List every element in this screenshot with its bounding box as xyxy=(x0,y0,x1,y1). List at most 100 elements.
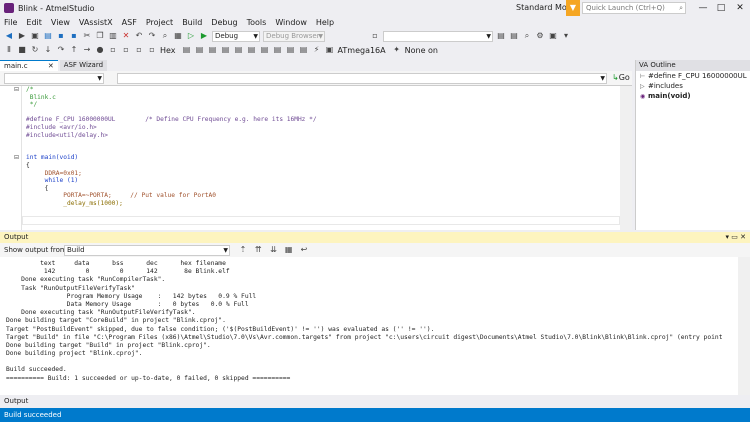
maximize-button[interactable]: □ xyxy=(712,0,730,16)
find-icon[interactable]: ⌕ xyxy=(160,31,170,41)
processor-icon[interactable]: ▤ xyxy=(195,45,205,55)
panel-controls-icon[interactable]: ▾ ▭ ✕ xyxy=(726,232,746,243)
save-all-icon[interactable]: ▪ xyxy=(69,31,79,41)
menu-file[interactable]: File xyxy=(4,18,17,27)
fold-toggle-icon[interactable]: ⊟ xyxy=(14,86,19,93)
code-line: int main(void) xyxy=(26,154,79,162)
title-bar: Blink - AtmelStudio Standard Mode ▼ Quic… xyxy=(0,0,750,16)
va-outline-header: VA Outline xyxy=(636,60,750,71)
restart-icon[interactable]: ↻ xyxy=(30,45,40,55)
menu-vassistx[interactable]: VAssistX xyxy=(79,18,113,27)
menu-project[interactable]: Project xyxy=(146,18,173,27)
save-icon[interactable]: ▪ xyxy=(56,31,66,41)
menu-debug[interactable]: Debug xyxy=(211,18,237,27)
outline-icon[interactable]: ▤ xyxy=(496,31,506,41)
filter-icon[interactable]: ▼ xyxy=(566,0,580,16)
output-window-icon[interactable]: ▤ xyxy=(299,45,309,55)
autos-icon[interactable]: ▤ xyxy=(221,45,231,55)
trace-icon[interactable]: ▤ xyxy=(286,45,296,55)
code-editor[interactable]: ⊟ ⊟ /* Blink.c */ #define F_CPU 16000000… xyxy=(0,86,632,230)
build-icon[interactable]: ▦ xyxy=(173,31,183,41)
memory-icon[interactable]: ▫ xyxy=(121,45,131,55)
toolbox-icon[interactable]: ▣ xyxy=(548,31,558,41)
menu-build[interactable]: Build xyxy=(182,18,202,27)
stop-icon[interactable]: ■ xyxy=(17,45,27,55)
next-message-icon[interactable]: ⇊ xyxy=(268,245,278,255)
locals-icon[interactable]: ▤ xyxy=(208,45,218,55)
toolbar-select[interactable]: ▼ xyxy=(383,30,493,42)
toolbar-icon[interactable]: ▫ xyxy=(370,31,380,41)
prev-message-icon[interactable]: ⇈ xyxy=(253,245,263,255)
tool-icon[interactable]: ✦ xyxy=(392,45,402,55)
code-line: while (1) xyxy=(26,177,79,185)
redo-icon[interactable]: ↷ xyxy=(147,31,157,41)
step-into-icon[interactable]: ↓ xyxy=(43,45,53,55)
start-without-debugging-icon[interactable]: ▷ xyxy=(186,31,196,41)
code-line: Blink.c xyxy=(26,93,56,101)
go-button[interactable]: ↳Go xyxy=(612,73,630,82)
debug-browser-select[interactable]: Debug Browser ▼ xyxy=(263,30,325,42)
device-selection-button[interactable]: ATmega16A xyxy=(338,46,386,55)
bookmark-icon[interactable]: ▤ xyxy=(509,31,519,41)
watch-icon[interactable]: ▫ xyxy=(108,45,118,55)
quick-launch-input[interactable]: Quick Launch (Ctrl+Q) ⌕ xyxy=(582,2,686,14)
menu-edit[interactable]: Edit xyxy=(26,18,42,27)
back-icon[interactable]: ◀ xyxy=(4,31,14,41)
member-select[interactable]: ▼ xyxy=(117,73,607,84)
device-programming-icon[interactable]: ⚡ xyxy=(312,45,322,55)
solution-configuration-select[interactable]: Debug ▼ xyxy=(212,30,260,42)
hex-toggle-button[interactable]: Hex xyxy=(160,46,176,55)
breakpoints-window-icon[interactable]: ▤ xyxy=(260,45,270,55)
tool-selection-button[interactable]: None on xyxy=(405,46,438,55)
tab-close-icon[interactable]: ✕ xyxy=(48,62,54,70)
close-button[interactable]: ✕ xyxy=(731,0,749,16)
threads-icon[interactable]: ▤ xyxy=(247,45,257,55)
expand-arrow-icon[interactable]: ▷ xyxy=(640,82,648,91)
tab-asf-wizard[interactable]: ASF Wizard xyxy=(59,60,108,71)
editor-vertical-scrollbar[interactable] xyxy=(620,86,632,230)
paste-icon[interactable]: ▥ xyxy=(108,31,118,41)
undo-icon[interactable]: ↶ xyxy=(134,31,144,41)
code-line: #include <avr/io.h> xyxy=(26,123,97,131)
open-file-icon[interactable]: ▤ xyxy=(43,31,53,41)
registers-icon[interactable]: ▫ xyxy=(134,45,144,55)
output-bottom-tab[interactable]: Output xyxy=(0,395,750,407)
start-debugging-icon[interactable]: ▶ xyxy=(199,31,209,41)
menu-tools[interactable]: Tools xyxy=(247,18,267,27)
cut-icon[interactable]: ✂ xyxy=(82,31,92,41)
menu-window[interactable]: Window xyxy=(275,18,307,27)
find-in-files-icon[interactable]: ⌕ xyxy=(522,31,532,41)
menu-help[interactable]: Help xyxy=(316,18,334,27)
copy-icon[interactable]: ❐ xyxy=(95,31,105,41)
chip-icon[interactable]: ▣ xyxy=(325,45,335,55)
forward-icon[interactable]: ▶ xyxy=(17,31,27,41)
tab-main-c[interactable]: main.c ✕ xyxy=(0,60,58,71)
disassembly-icon[interactable]: ▫ xyxy=(147,45,157,55)
minimize-button[interactable]: — xyxy=(694,0,712,16)
outline-item-includes[interactable]: ▷ #includes xyxy=(636,81,750,91)
menu-view[interactable]: View xyxy=(51,18,70,27)
fold-toggle-icon[interactable]: ⊟ xyxy=(14,154,19,161)
delete-icon[interactable]: ✕ xyxy=(121,31,131,41)
breakpoint-icon[interactable]: ● xyxy=(95,45,105,55)
call-stack-icon[interactable]: ▤ xyxy=(234,45,244,55)
immediate-icon[interactable]: ▤ xyxy=(273,45,283,55)
output-source-select[interactable]: Build ▼ xyxy=(64,245,230,256)
scope-select[interactable]: ▼ xyxy=(4,73,104,84)
settings-icon[interactable]: ⚙ xyxy=(535,31,545,41)
step-out-icon[interactable]: ↑ xyxy=(69,45,79,55)
output-vertical-scrollbar[interactable] xyxy=(738,257,750,395)
pause-icon[interactable]: Ⅱ xyxy=(4,45,14,55)
find-message-icon[interactable]: ⇡ xyxy=(238,245,248,255)
menu-asf[interactable]: ASF xyxy=(122,18,137,27)
step-over-icon[interactable]: ↷ xyxy=(56,45,66,55)
word-wrap-icon[interactable]: ↩ xyxy=(299,245,309,255)
toolbar-options-icon[interactable]: ▾ xyxy=(561,31,571,41)
configuration-value: Debug xyxy=(215,31,239,40)
outline-item-main[interactable]: ◉ main(void) xyxy=(636,91,750,101)
new-project-icon[interactable]: ▣ xyxy=(30,31,40,41)
outline-item-define[interactable]: ⊢ #define F_CPU 16000000UL xyxy=(636,71,750,81)
clear-all-icon[interactable]: ▦ xyxy=(284,245,294,255)
io-view-icon[interactable]: ▤ xyxy=(182,45,192,55)
run-to-cursor-icon[interactable]: → xyxy=(82,45,92,55)
